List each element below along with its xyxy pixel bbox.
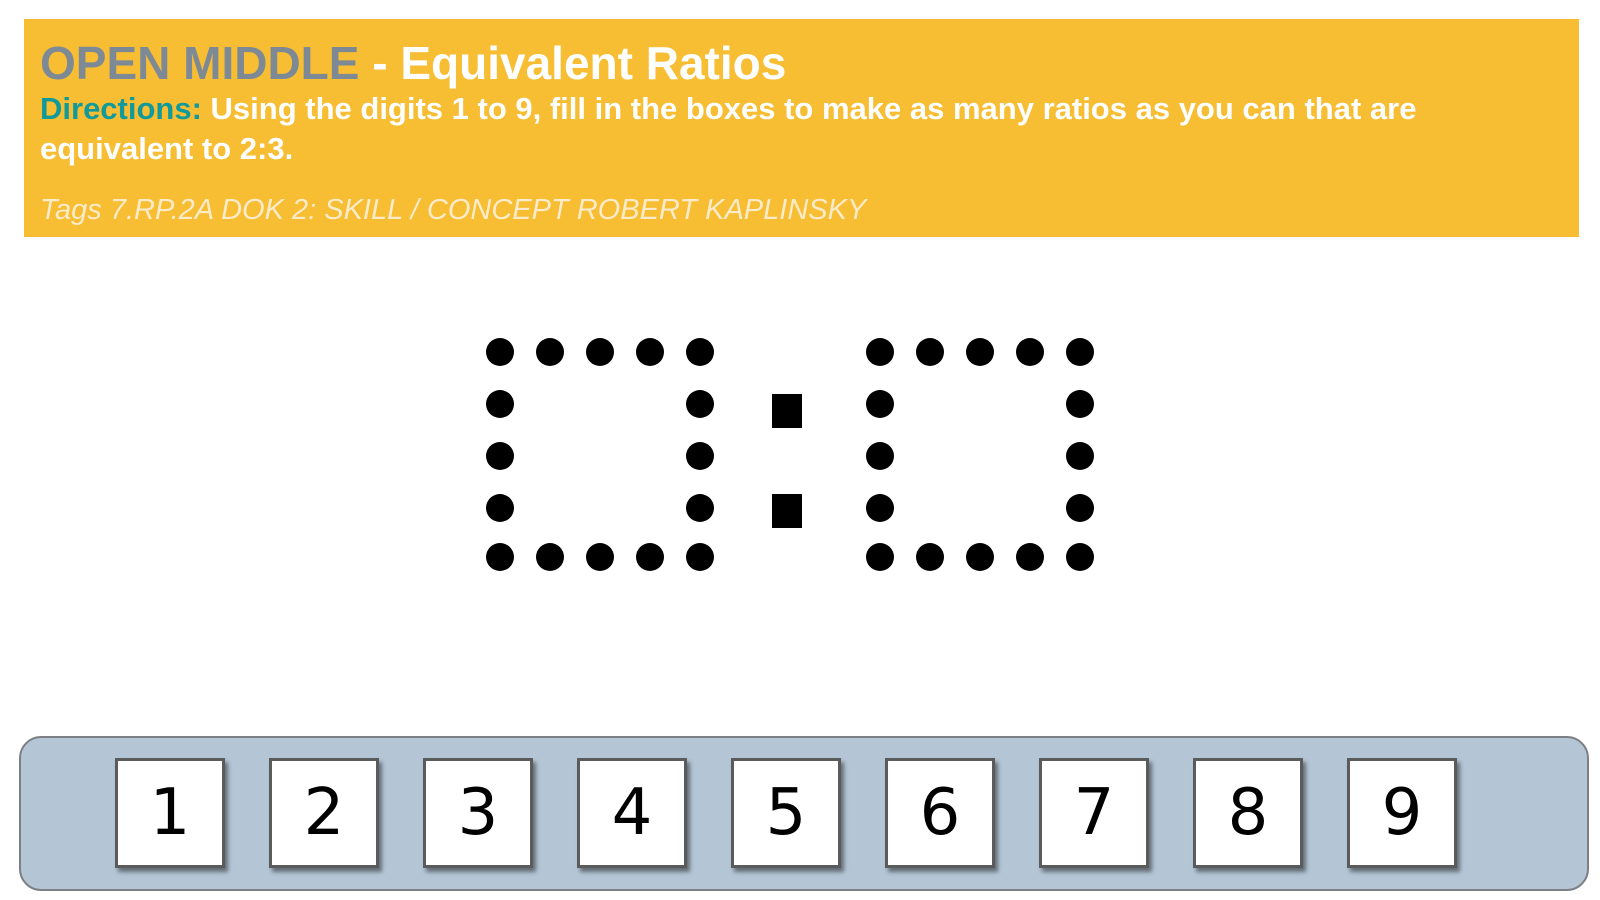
box-dot — [916, 338, 944, 366]
box-dot — [686, 494, 714, 522]
brand-label: OPEN MIDDLE — [40, 37, 360, 89]
box-dot — [486, 442, 514, 470]
digit-tile-5[interactable]: 5 — [731, 758, 841, 868]
box-dot — [636, 338, 664, 366]
box-dot — [1066, 494, 1094, 522]
box-dot — [966, 338, 994, 366]
digit-tile-1[interactable]: 1 — [115, 758, 225, 868]
digit-tile-7[interactable]: 7 — [1039, 758, 1149, 868]
box-dot — [916, 543, 944, 571]
box-dot — [866, 338, 894, 366]
box-dot — [866, 442, 894, 470]
box-dot — [486, 494, 514, 522]
box-dot — [1066, 442, 1094, 470]
box-dot — [486, 543, 514, 571]
box-dot — [866, 390, 894, 418]
box-dot — [686, 390, 714, 418]
box-dot — [536, 338, 564, 366]
box-dot — [486, 390, 514, 418]
digit-tile-8[interactable]: 8 — [1193, 758, 1303, 868]
box-dot — [1016, 543, 1044, 571]
box-dot — [636, 543, 664, 571]
slide: OPEN MIDDLE - Equivalent Ratios Directio… — [0, 0, 1600, 900]
box-dot — [866, 494, 894, 522]
box-dot — [866, 543, 894, 571]
page-title: OPEN MIDDLE - Equivalent Ratios — [40, 37, 1563, 89]
box-dot — [1066, 390, 1094, 418]
directions-text: Using the digits 1 to 9, fill in the box… — [40, 91, 1417, 166]
digit-tile-4[interactable]: 4 — [577, 758, 687, 868]
digit-tile-3[interactable]: 3 — [423, 758, 533, 868]
tags-line: Tags 7.RP.2A DOK 2: SKILL / CONCEPT ROBE… — [40, 194, 867, 226]
ratio-area — [486, 338, 1126, 598]
title-text: - Equivalent Ratios — [372, 37, 787, 89]
directions: Directions: Using the digits 1 to 9, fil… — [40, 89, 1563, 169]
digit-tile-2[interactable]: 2 — [269, 758, 379, 868]
directions-label: Directions: — [40, 91, 202, 126]
digit-tile-6[interactable]: 6 — [885, 758, 995, 868]
box-dot — [586, 543, 614, 571]
box-dot — [1016, 338, 1044, 366]
box-dot — [686, 543, 714, 571]
box-dot — [536, 543, 564, 571]
colon-top-mark — [772, 394, 802, 428]
box-dot — [486, 338, 514, 366]
box-dot — [1066, 338, 1094, 366]
box-dot — [686, 442, 714, 470]
digit-tile-9[interactable]: 9 — [1347, 758, 1457, 868]
digit-tray: 123456789 — [19, 736, 1589, 891]
box-dot — [1066, 543, 1094, 571]
colon-bottom-mark — [772, 494, 802, 528]
header-banner: OPEN MIDDLE - Equivalent Ratios Directio… — [24, 19, 1579, 237]
box-dot — [966, 543, 994, 571]
box-dot — [586, 338, 614, 366]
box-dot — [686, 338, 714, 366]
